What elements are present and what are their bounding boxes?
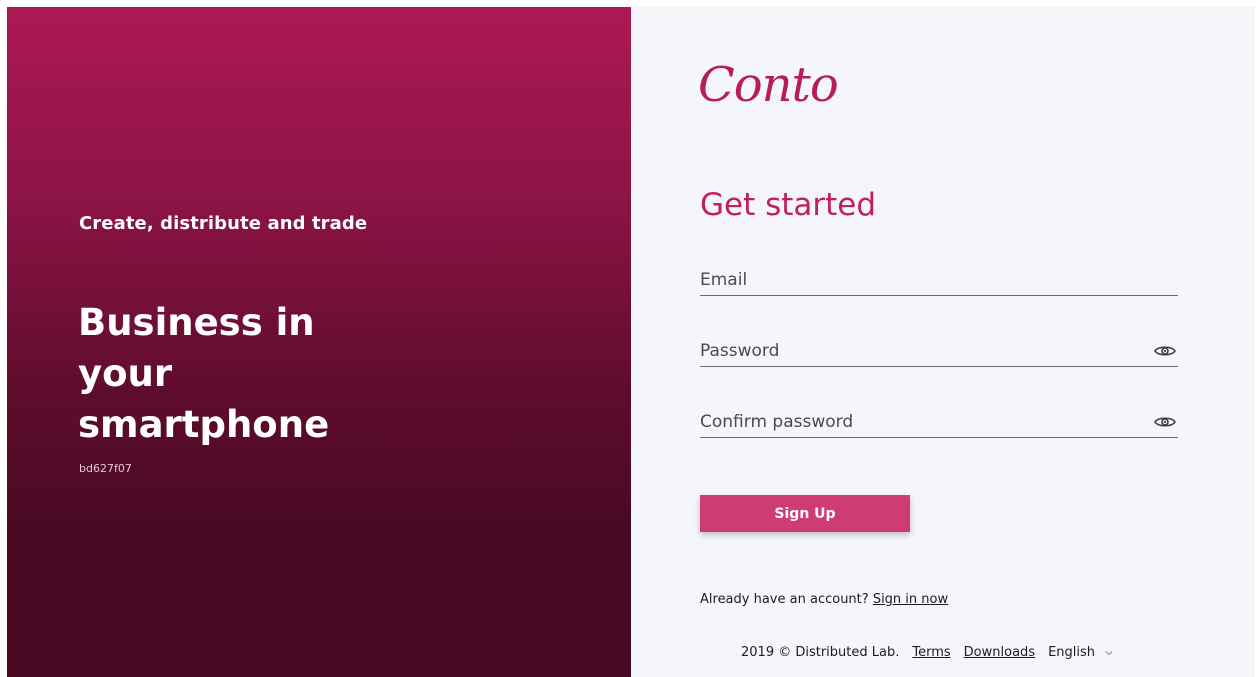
conto-logo: Conto — [698, 57, 839, 113]
language-select[interactable]: English — [1048, 645, 1113, 660]
terms-link[interactable]: Terms — [912, 645, 950, 660]
signup-panel: Conto Get started Email Password Confirm… — [631, 7, 1255, 677]
password-field[interactable]: Password — [700, 336, 1178, 367]
copyright-text: 2019 © Distributed Lab. — [741, 645, 900, 660]
downloads-link[interactable]: Downloads — [964, 645, 1035, 660]
sign-in-link[interactable]: Sign in now — [873, 592, 948, 607]
confirm-password-field-label: Confirm password — [700, 412, 854, 432]
page-title: Get started — [700, 187, 877, 223]
sign-up-button[interactable]: Sign Up — [700, 495, 910, 532]
email-field[interactable]: Email — [700, 265, 1178, 296]
email-field-label: Email — [700, 270, 748, 290]
footer: 2019 © Distributed Lab. Terms Downloads … — [741, 645, 1113, 660]
version-hash: bd627f07 — [79, 462, 132, 475]
password-field-label: Password — [700, 341, 780, 361]
hero-title: Business in your smartphone — [78, 301, 330, 446]
hero-panel: Create, distribute and trade Business in… — [7, 7, 631, 677]
chevron-down-icon — [1105, 650, 1113, 655]
signin-prompt-text: Already have an account? — [700, 592, 869, 607]
confirm-password-field[interactable]: Confirm password — [700, 407, 1178, 438]
eye-icon[interactable] — [1152, 341, 1178, 361]
page-frame: Create, distribute and trade Business in… — [7, 7, 1255, 677]
signin-prompt: Already have an account? Sign in now — [700, 592, 948, 607]
eye-icon[interactable] — [1152, 412, 1178, 432]
hero-tagline: Create, distribute and trade — [79, 213, 368, 234]
language-label: English — [1048, 645, 1096, 660]
